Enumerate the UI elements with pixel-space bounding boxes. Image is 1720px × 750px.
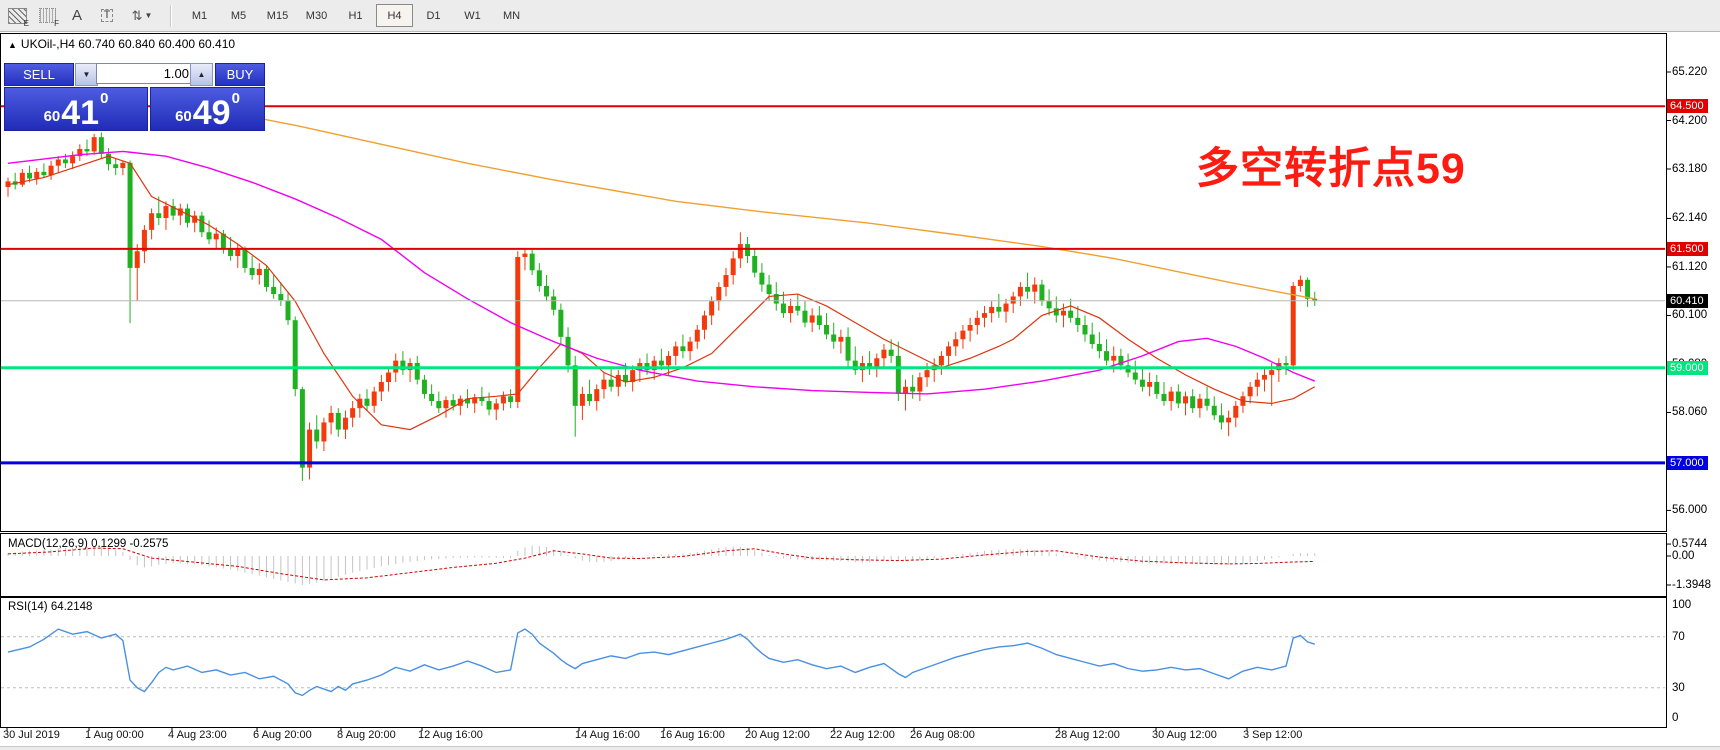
symbol-ohlc-line: ▲ UKOil-,H4 60.740 60.840 60.400 60.410 [8, 37, 235, 51]
date-tick-label: 20 Aug 12:00 [745, 729, 810, 741]
rsi-tick-label: 0 [1672, 712, 1678, 724]
buy-price-base: 60 [175, 108, 192, 125]
price-tick-label: 56.000 [1672, 504, 1707, 516]
sell-button[interactable]: SELL [4, 63, 74, 86]
volume-increase-button[interactable]: ▲ [190, 63, 213, 86]
date-tick-label: 3 Sep 12:00 [1243, 729, 1302, 741]
price-tick-label: 60.100 [1672, 309, 1707, 321]
date-tick-label: 30 Aug 12:00 [1152, 729, 1217, 741]
price-axis[interactable] [1666, 33, 1720, 726]
macd-tick-label: 0.5744 [1672, 538, 1707, 550]
chart-direction-icon: ▲ [8, 40, 17, 50]
date-tick-label: 22 Aug 12:00 [830, 729, 895, 741]
volume-input[interactable] [96, 63, 194, 84]
buy-price-pip: 0 [232, 90, 240, 107]
level-price-label: 59.000 [1667, 361, 1708, 375]
date-tick-label: 30 Jul 2019 [3, 729, 60, 741]
level-price-label: 57.000 [1667, 456, 1708, 470]
macd-label: MACD(12,26,9) 0.1299 -0.2575 [8, 538, 168, 550]
trading-platform-window: E F A T ⇅▼ M1M5M15M30H1H4D1W1MN ▲UKOil-,… [0, 0, 1720, 750]
symbol-ohlc-text: UKOil-,H4 60.740 60.840 60.400 60.410 [21, 37, 235, 51]
price-tick-label: 65.220 [1672, 66, 1707, 78]
rsi-tick-label: 100 [1672, 599, 1691, 611]
level-price-label: 61.500 [1667, 242, 1708, 256]
rsi-label: RSI(14) 64.2148 [8, 601, 92, 613]
window-bottom-strip [0, 746, 1720, 750]
buy-price-big: 49 [193, 98, 231, 128]
level-price-label: 64.500 [1667, 99, 1708, 113]
macd-tick-label: 0.00 [1672, 550, 1694, 562]
one-click-trade-panel: SELL ▼ ▲ BUY 60410 60490 [4, 58, 263, 127]
sell-price-big: 41 [61, 98, 99, 128]
date-tick-label: 16 Aug 16:00 [660, 729, 725, 741]
date-tick-label: 26 Aug 08:00 [910, 729, 975, 741]
date-tick-label: 12 Aug 16:00 [418, 729, 483, 741]
spin-down-icon: ▼ [83, 70, 91, 79]
price-tick-label: 64.200 [1672, 115, 1707, 127]
spin-up-icon: ▲ [198, 70, 206, 79]
rsi-tick-label: 30 [1672, 682, 1685, 694]
price-tick-label: 62.140 [1672, 212, 1707, 224]
date-tick-label: 1 Aug 00:00 [85, 729, 144, 741]
date-tick-label: 14 Aug 16:00 [575, 729, 640, 741]
sell-price-box[interactable]: 60410 [4, 87, 148, 131]
price-tick-label: 58.060 [1672, 406, 1707, 418]
buy-price-box[interactable]: 60490 [150, 87, 265, 131]
date-tick-label: 4 Aug 23:00 [168, 729, 227, 741]
date-tick-label: 28 Aug 12:00 [1055, 729, 1120, 741]
volume-decrease-button[interactable]: ▼ [75, 63, 98, 86]
rsi-tick-label: 70 [1672, 631, 1685, 643]
buy-button[interactable]: BUY [215, 63, 265, 86]
chart-annotation-text: 多空转折点59 [1196, 134, 1466, 196]
date-tick-label: 6 Aug 20:00 [253, 729, 312, 741]
date-tick-label: 8 Aug 20:00 [337, 729, 396, 741]
sell-price-pip: 0 [100, 90, 108, 107]
current-price-label: 60.410 [1667, 294, 1708, 308]
macd-tick-label: -1.3948 [1672, 579, 1711, 591]
sell-price-base: 60 [44, 108, 61, 125]
price-tick-label: 63.180 [1672, 163, 1707, 175]
price-tick-label: 61.120 [1672, 261, 1707, 273]
